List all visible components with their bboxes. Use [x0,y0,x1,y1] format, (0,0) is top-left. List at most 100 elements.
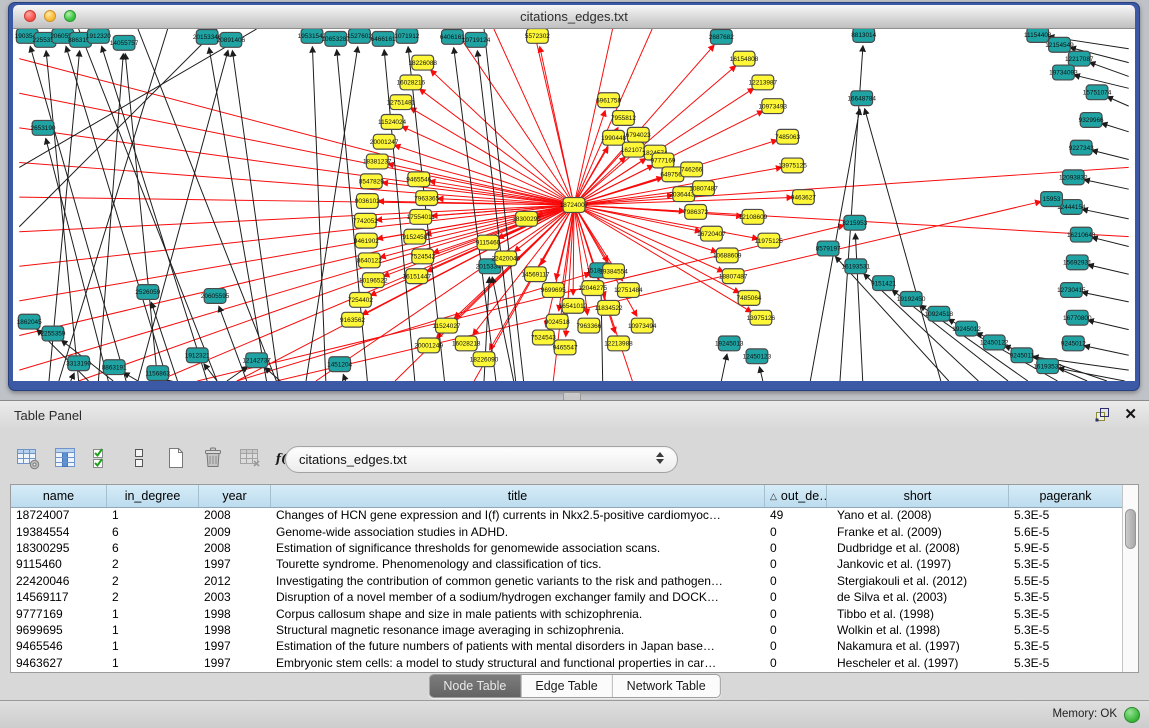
graph-node[interactable]: 16154808 [730,51,759,66]
graph-node[interactable]: 8215953 [842,215,867,230]
table-row[interactable]: 969969511998Structural magnetic resonanc… [11,622,1123,638]
graph-edge[interactable] [343,374,345,381]
column-header-title[interactable]: title [271,485,765,507]
graph-node[interactable]: 12142737 [242,353,271,368]
graph-node[interactable]: 10973493 [758,99,787,114]
window-titlebar[interactable]: citations_edges.txt [13,5,1135,29]
graph-node[interactable]: 1912320 [86,29,111,43]
graph-node[interactable]: 8547829 [359,174,384,189]
graph-edge[interactable] [1084,180,1129,190]
graph-node[interactable]: 10688609 [713,248,742,263]
graph-node[interactable]: 14055757 [110,35,139,50]
graph-edge[interactable] [1058,368,1124,381]
graph-node[interactable]: 16028218 [452,336,481,351]
graph-node[interactable]: 18300295 [512,211,541,226]
graph-node[interactable]: 9152458 [402,229,427,244]
graph-node[interactable]: 9777169 [651,153,676,168]
graph-edge[interactable] [71,373,74,381]
graph-node[interactable]: 7986372 [683,205,708,220]
table-row[interactable]: 946362711997Embryonic stem cells: a mode… [11,655,1123,671]
graph-node[interactable]: 16193531 [842,259,871,274]
table-row[interactable]: 911546021997Tourette syndrome. Phenomeno… [11,556,1123,572]
float-window-icon[interactable] [1095,407,1110,422]
graph-node[interactable]: 16720407 [697,226,726,241]
graph-node[interactable]: 20001247 [370,134,399,149]
network-table-select[interactable]: citations_edges.txt [285,446,678,473]
vertical-scrollbar[interactable] [1122,485,1138,672]
graph-node[interactable]: 1862045 [17,314,42,329]
graph-node[interactable]: 12751481 [387,95,416,110]
graph-edge[interactable] [574,45,714,205]
graph-node[interactable]: 19192450 [897,292,926,307]
graph-node[interactable]: 10719124 [462,32,491,47]
graph-node[interactable]: 13975125 [778,158,807,173]
graph-node[interactable]: 9245011 [1010,348,1035,363]
graph-edge[interactable] [1082,209,1129,219]
graph-edge[interactable] [19,59,574,205]
graph-edge[interactable] [19,29,256,167]
graph-node[interactable]: 9699695 [541,283,566,298]
graph-node[interactable]: 5572302 [525,29,550,43]
graph-edge[interactable] [232,51,278,381]
graph-node[interactable]: 18381237 [363,154,392,169]
scrollbar-thumb[interactable] [1125,509,1136,549]
graph-node[interactable]: 1527602 [347,29,372,43]
graph-node[interactable]: 3313190 [66,356,91,371]
graph-node[interactable]: 9115460 [476,235,501,250]
graph-node[interactable]: 2255359 [40,326,65,341]
graph-node[interactable]: 18226088 [408,55,437,70]
graph-node[interactable]: 19384554 [599,264,628,279]
graph-node[interactable]: 10924518 [925,306,954,321]
table-settings-icon[interactable] [14,444,42,472]
graph-node[interactable]: 9036102 [355,194,380,209]
graph-edge[interactable] [1092,150,1129,159]
graph-node[interactable]: 9163562 [340,312,365,327]
graph-edge[interactable] [98,54,123,381]
graph-node[interactable]: 746266 [681,162,703,177]
minimize-window-icon[interactable] [44,10,56,22]
graph-edge[interactable] [312,47,325,381]
column-header-year[interactable]: year [199,485,271,507]
graph-node[interactable]: 11975125 [755,233,783,248]
graph-node[interactable]: 15751074 [1083,85,1112,100]
graph-node[interactable]: 16028216 [397,75,426,90]
graph-edge[interactable] [601,281,603,381]
graph-node[interactable]: 6961758 [596,93,621,108]
graph-node[interactable]: 13975126 [747,310,776,325]
graph-node[interactable]: 9461902 [354,233,379,248]
network-canvas[interactable]: 1903542225535820605598863190191232014055… [13,29,1135,381]
table-row[interactable]: 1830029562008Estimation of significance … [11,540,1123,556]
graph-node[interactable]: 8579197 [816,241,841,256]
graph-node[interactable]: 1451204 [327,357,352,372]
table-row[interactable]: 946554611997Estimation of the future num… [11,638,1123,654]
graph-node[interactable]: 8813014 [851,29,876,42]
delete-icon[interactable] [199,444,227,472]
graph-edge[interactable] [1088,265,1129,274]
graph-node[interactable]: 12217087 [1065,51,1094,66]
graph-node[interactable]: 16648784 [847,91,876,106]
graph-node[interactable]: 10807487 [689,181,718,196]
table-row[interactable]: 1938455462009Genome-wide association stu… [11,523,1123,539]
graph-node[interactable]: 11154408 [1024,29,1052,42]
graph-edge[interactable] [102,46,207,381]
graph-node[interactable]: 12213988 [604,336,633,351]
select-columns-icon[interactable] [88,444,116,472]
graph-node[interactable]: 19245013 [715,336,744,351]
graph-node[interactable]: 9465547 [553,340,578,355]
graph-node[interactable]: 10973494 [628,318,657,333]
graph-node[interactable]: 8640122 [357,253,382,268]
row-height-icon[interactable] [125,444,153,472]
graph-node[interactable]: 12154549 [1045,37,1074,52]
graph-node[interactable]: 7485063 [775,129,800,144]
graph-node[interactable]: 16210643 [1067,227,1096,242]
graph-node[interactable]: 19245012 [952,321,981,336]
graph-edge[interactable] [1092,237,1129,246]
graph-node[interactable]: 2526059 [135,285,160,300]
graph-node[interactable]: 16770800 [1063,310,1092,325]
graph-node[interactable]: 18226090 [470,352,499,367]
graph-node[interactable]: 12450123 [743,349,772,364]
column-header-in_degree[interactable]: in_degree [107,485,199,507]
graph-node[interactable]: 20605595 [201,289,230,304]
graph-node[interactable]: 8863191 [102,360,127,375]
table-row[interactable]: 1872400712008Changes of HCN gene express… [11,507,1123,523]
